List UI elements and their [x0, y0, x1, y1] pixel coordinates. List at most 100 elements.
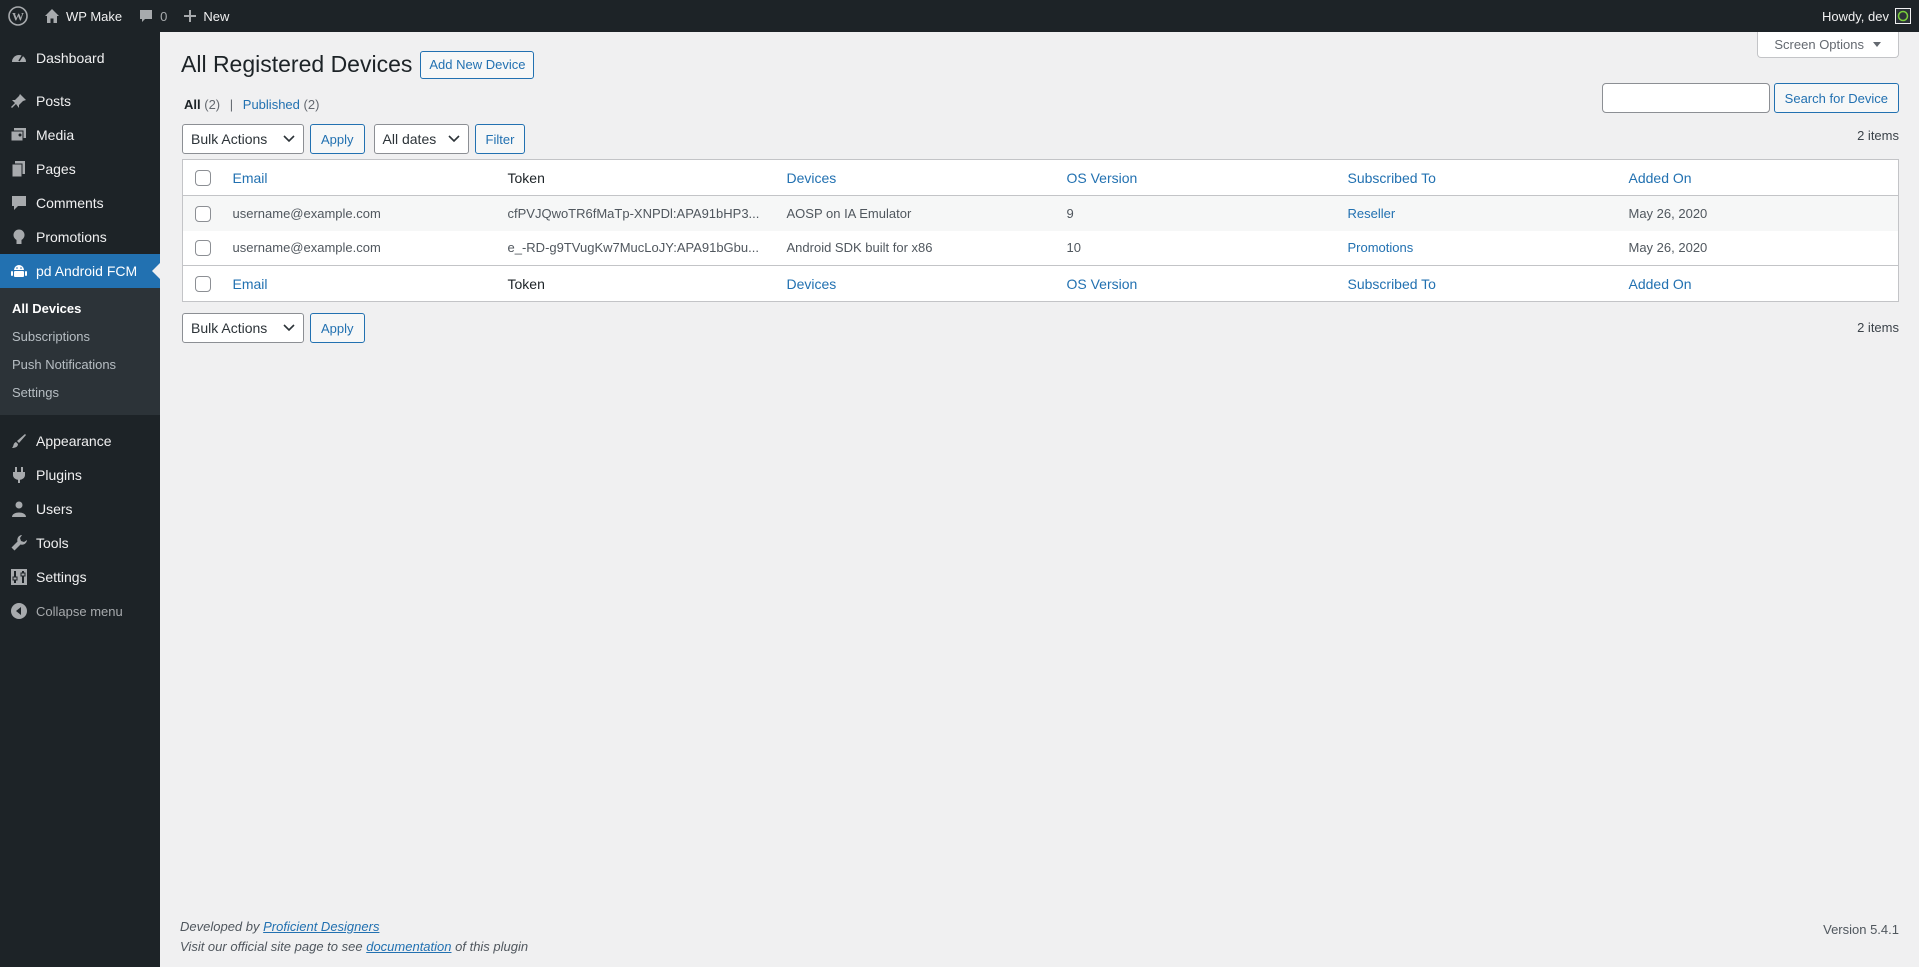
chevron-down-icon: [283, 324, 295, 332]
bulk-actions-value-top: Bulk Actions: [191, 131, 268, 147]
select-all-cell-footer: [183, 266, 223, 302]
new-label: New: [203, 8, 230, 24]
select-all-checkbox-footer[interactable]: [195, 275, 211, 292]
bulk-actions-select-top[interactable]: Bulk Actions: [182, 124, 304, 154]
apply-button-top[interactable]: Apply: [310, 124, 365, 154]
dates-value: All dates: [382, 131, 437, 147]
tablenav-bottom: Bulk Actions Apply: [182, 313, 365, 343]
row-select-cell: [183, 196, 223, 231]
column-token-footer: Token: [498, 266, 777, 302]
view-published-link[interactable]: Published: [243, 97, 300, 112]
column-subscribed-to: Subscribed To: [1338, 160, 1619, 196]
cell-subscribed-to: Reseller: [1338, 196, 1619, 231]
column-added-on-footer: Added On: [1619, 266, 1899, 302]
subscription-link[interactable]: Reseller: [1348, 206, 1396, 221]
comment-bubble-icon: [138, 8, 154, 24]
apply-button-bottom[interactable]: Apply: [310, 313, 365, 343]
view-all-label: All: [184, 97, 201, 112]
submenu-item-push-notifications[interactable]: Push Notifications: [0, 351, 160, 379]
menu-label-pages: Pages: [36, 161, 76, 177]
table-header-row: Email Token Devices OS Version Subscribe…: [182, 160, 1899, 196]
items-count-top: 2 items: [1857, 128, 1899, 143]
menu-label-dashboard: Dashboard: [36, 50, 105, 66]
column-email-footer: Email: [223, 266, 498, 302]
add-new-device-button[interactable]: Add New Device: [420, 50, 535, 79]
sort-devices-link-footer[interactable]: Devices: [787, 276, 837, 292]
menu-item-appearance[interactable]: Appearance: [0, 424, 160, 458]
wrench-icon: [9, 533, 29, 553]
row-checkbox[interactable]: [195, 240, 211, 257]
row-checkbox[interactable]: [195, 205, 211, 222]
filter-button[interactable]: Filter: [474, 124, 526, 154]
cell-added-on: May 26, 2020: [1628, 240, 1708, 256]
table-row: username@example.com e_-RD-g9TVugKw7MucL…: [183, 231, 1899, 266]
pages-icon: [9, 159, 29, 179]
screen-options-button[interactable]: Screen Options: [1757, 32, 1899, 58]
dates-select[interactable]: All dates: [373, 124, 469, 154]
menu-label-tools: Tools: [36, 535, 69, 551]
wordpress-logo-icon[interactable]: W: [0, 0, 36, 32]
menu-item-pd-android-fcm[interactable]: pd Android FCM: [0, 254, 160, 288]
submenu-item-all-devices[interactable]: All Devices: [0, 295, 160, 323]
search-devices-button[interactable]: Search for Device: [1773, 83, 1899, 113]
main-content: Screen Options All Registered Devices Ad…: [160, 32, 1919, 967]
sort-os-version-link[interactable]: OS Version: [1067, 170, 1138, 186]
footer-developed-by: Developed by: [180, 919, 260, 934]
sort-subscribed-to-link-footer[interactable]: Subscribed To: [1348, 276, 1436, 292]
sort-added-on-link-footer[interactable]: Added On: [1629, 276, 1692, 292]
my-account[interactable]: Howdy, dev: [1822, 0, 1919, 32]
sort-email-link-footer[interactable]: Email: [233, 276, 268, 292]
sort-os-version-link-footer[interactable]: OS Version: [1067, 276, 1138, 292]
cell-os-version: 10: [1066, 240, 1081, 256]
views-filter: All (2) | Published (2): [184, 97, 319, 112]
cell-device: Android SDK built for x86: [786, 240, 933, 256]
menu-item-settings[interactable]: Settings: [0, 560, 160, 594]
sort-subscribed-to-link[interactable]: Subscribed To: [1348, 170, 1436, 186]
search-box: Search for Device: [1601, 83, 1899, 113]
select-all-checkbox[interactable]: [195, 169, 211, 186]
menu-label-comments: Comments: [36, 195, 104, 211]
cell-token: cfPVJQwoTR6fMaTp-XNPDl:APA91bHP3...: [507, 205, 760, 221]
menu-item-dashboard[interactable]: Dashboard: [0, 41, 160, 75]
menu-item-posts[interactable]: Posts: [0, 84, 160, 118]
new-content-link[interactable]: New: [175, 0, 237, 32]
menu-label-collapse: Collapse menu: [36, 603, 123, 619]
menu-item-plugins[interactable]: Plugins: [0, 458, 160, 492]
menu-item-users[interactable]: Users: [0, 492, 160, 526]
company-link[interactable]: Proficient Designers: [263, 919, 379, 934]
column-token-label: Token: [507, 169, 545, 186]
footer-docs-line: Visit our official site page to see docu…: [180, 937, 528, 957]
submenu-item-settings[interactable]: Settings: [0, 379, 160, 407]
menu-item-media[interactable]: Media: [0, 118, 160, 152]
column-os-version: OS Version: [1057, 160, 1338, 196]
menu-item-comments[interactable]: Comments: [0, 186, 160, 220]
avatar-icon: [1895, 8, 1911, 24]
sort-added-on-link[interactable]: Added On: [1629, 170, 1692, 186]
cell-token: e_-RD-g9TVugKw7MucLoJY:APA91bGbu...: [507, 240, 759, 256]
menu-item-tools[interactable]: Tools: [0, 526, 160, 560]
column-devices-footer: Devices: [777, 266, 1057, 302]
footer-of-plugin: of this plugin: [455, 939, 529, 954]
comments-link[interactable]: 0: [130, 0, 175, 32]
plugin-icon: [9, 465, 29, 485]
menu-item-pages[interactable]: Pages: [0, 152, 160, 186]
cell-email: username@example.com: [232, 240, 381, 256]
column-os-version-footer: OS Version: [1057, 266, 1338, 302]
search-input[interactable]: [1601, 83, 1770, 113]
items-count-bottom: 2 items: [1857, 320, 1899, 335]
media-icon: [9, 125, 29, 145]
column-added-on: Added On: [1619, 160, 1899, 196]
footer-credit-line: Developed by Proficient Designers: [180, 917, 528, 937]
subscription-link[interactable]: Promotions: [1348, 240, 1414, 255]
sort-email-link[interactable]: Email: [233, 170, 268, 186]
submenu-item-subscriptions[interactable]: Subscriptions: [0, 323, 160, 351]
column-devices: Devices: [777, 160, 1057, 196]
pushpin-icon: [9, 91, 29, 111]
site-name-link[interactable]: WP Make: [36, 0, 130, 32]
menu-item-promotions[interactable]: Promotions: [0, 220, 160, 254]
view-all-link[interactable]: All: [184, 97, 201, 112]
collapse-menu-button[interactable]: Collapse menu: [0, 594, 160, 628]
sort-devices-link[interactable]: Devices: [787, 170, 837, 186]
documentation-link[interactable]: documentation: [366, 939, 451, 954]
bulk-actions-select-bottom[interactable]: Bulk Actions: [182, 313, 304, 343]
